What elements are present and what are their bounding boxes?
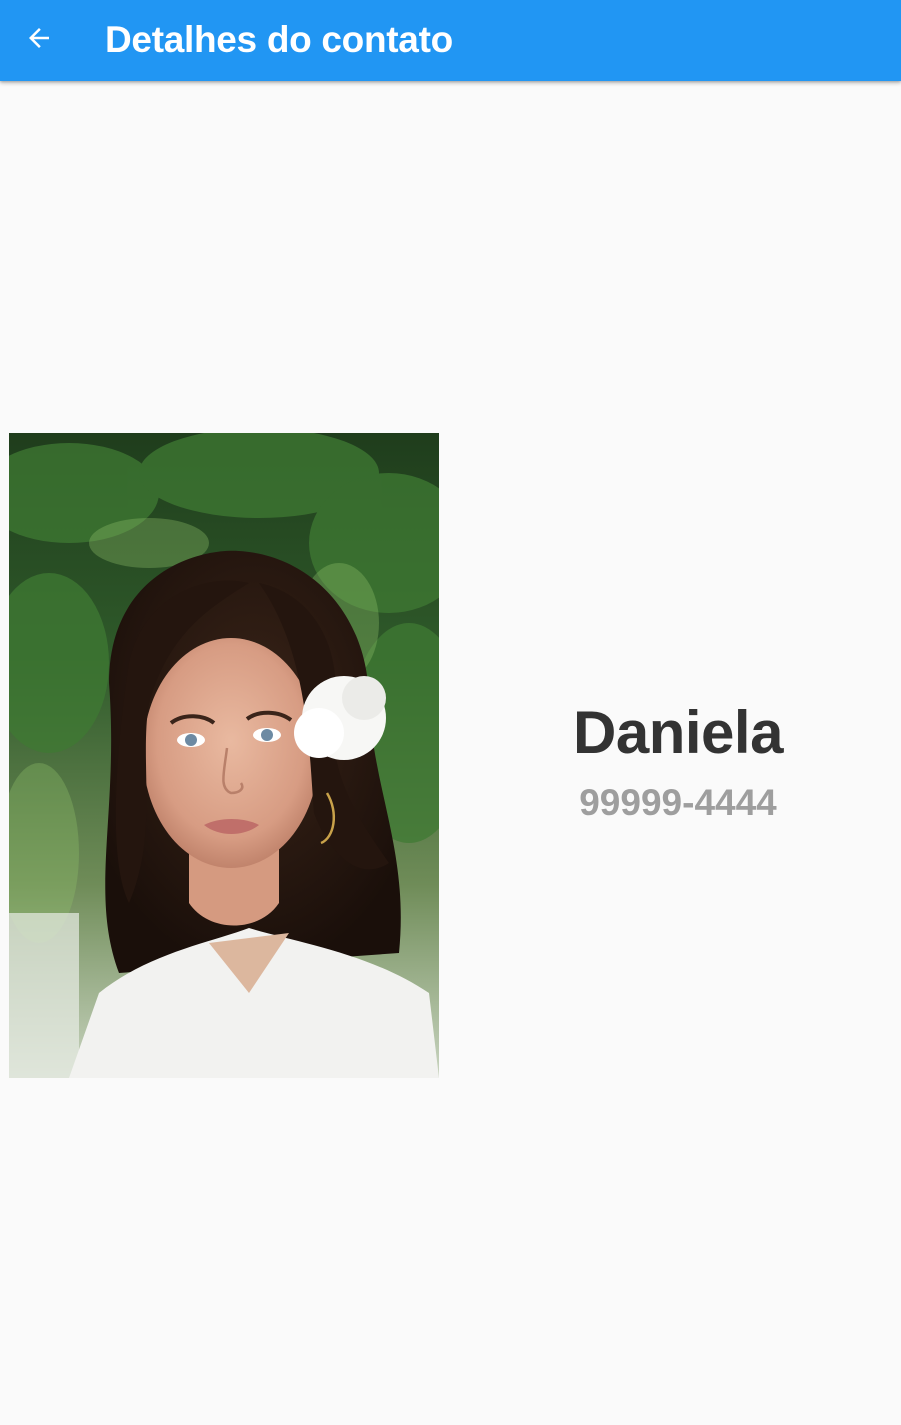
contact-info: Daniela 99999-4444 [458,695,898,825]
contact-photo[interactable] [9,433,439,1078]
arrow-back-icon [24,23,54,58]
contact-phone[interactable]: 99999-4444 [458,781,898,825]
app-bar: Detalhes do contato [0,0,901,81]
back-button[interactable] [14,15,64,65]
page-title: Detalhes do contato [105,19,453,60]
contact-name: Daniela [573,699,783,766]
